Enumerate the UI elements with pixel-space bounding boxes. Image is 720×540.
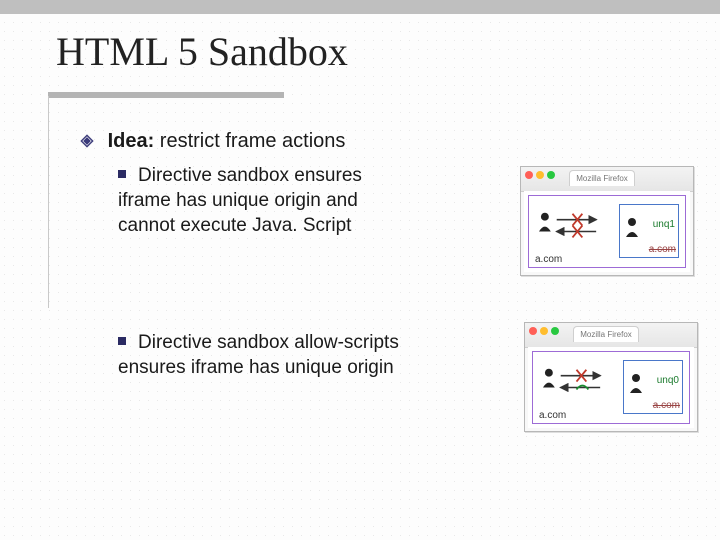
outer-frame: unq1 a.com a.com bbox=[528, 195, 686, 268]
bullet-1: Directive sandbox ensures iframe has uni… bbox=[118, 163, 418, 238]
inner-origin-struck: a.com bbox=[653, 400, 680, 411]
bullet-1-text: Directive sandbox ensures iframe has uni… bbox=[118, 165, 362, 236]
close-dot-icon bbox=[525, 171, 533, 179]
inner-iframe: unq1 a.com bbox=[619, 204, 679, 258]
top-placeholder-bar bbox=[0, 0, 720, 14]
browser-body: unq0 a.com a.com bbox=[528, 347, 694, 428]
idea-text: restrict frame actions bbox=[154, 130, 345, 152]
inner-unique-label: unq0 bbox=[657, 375, 679, 386]
title-underline bbox=[48, 92, 284, 98]
square-bullet-icon bbox=[118, 170, 126, 178]
person-icon bbox=[543, 369, 555, 388]
close-dot-icon bbox=[529, 327, 537, 335]
diamond-bullet-icon bbox=[80, 129, 94, 143]
idea-label: Idea: bbox=[108, 130, 155, 152]
max-dot-icon bbox=[551, 327, 559, 335]
outer-origin-label: a.com bbox=[535, 254, 562, 265]
blocked-x-icon bbox=[572, 214, 582, 238]
min-dot-icon bbox=[536, 171, 544, 179]
window-buttons bbox=[529, 327, 559, 335]
outer-origin-label: a.com bbox=[539, 410, 566, 421]
min-dot-icon bbox=[540, 327, 548, 335]
browser-chrome: Mozilla Firefox bbox=[525, 323, 697, 348]
person-icon bbox=[539, 213, 551, 232]
browser-tab: Mozilla Firefox bbox=[569, 170, 635, 186]
square-bullet-icon bbox=[118, 337, 126, 345]
window-buttons bbox=[525, 171, 555, 179]
bullet-2-text: Directive sandbox allow-scripts ensures … bbox=[118, 332, 399, 378]
outer-frame: unq0 a.com a.com bbox=[532, 351, 690, 424]
left-guide-line bbox=[48, 96, 49, 308]
slide-title: HTML 5 Sandbox bbox=[56, 28, 348, 75]
browser-mockup-2: Mozilla Firefox bbox=[524, 322, 698, 432]
inner-unique-label: unq1 bbox=[653, 219, 675, 230]
idea-line: Idea: restrict frame actions bbox=[80, 128, 640, 155]
person-icon bbox=[626, 218, 638, 237]
max-dot-icon bbox=[547, 171, 555, 179]
inner-origin-struck: a.com bbox=[649, 244, 676, 255]
browser-chrome: Mozilla Firefox bbox=[521, 167, 693, 192]
browser-mockup-1: Mozilla Firefox bbox=[520, 166, 694, 276]
inner-iframe: unq0 a.com bbox=[623, 360, 683, 414]
person-icon bbox=[630, 374, 642, 393]
bullet-2: Directive sandbox allow-scripts ensures … bbox=[118, 330, 438, 380]
browser-body: unq1 a.com a.com bbox=[524, 191, 690, 272]
browser-tab: Mozilla Firefox bbox=[573, 326, 639, 342]
